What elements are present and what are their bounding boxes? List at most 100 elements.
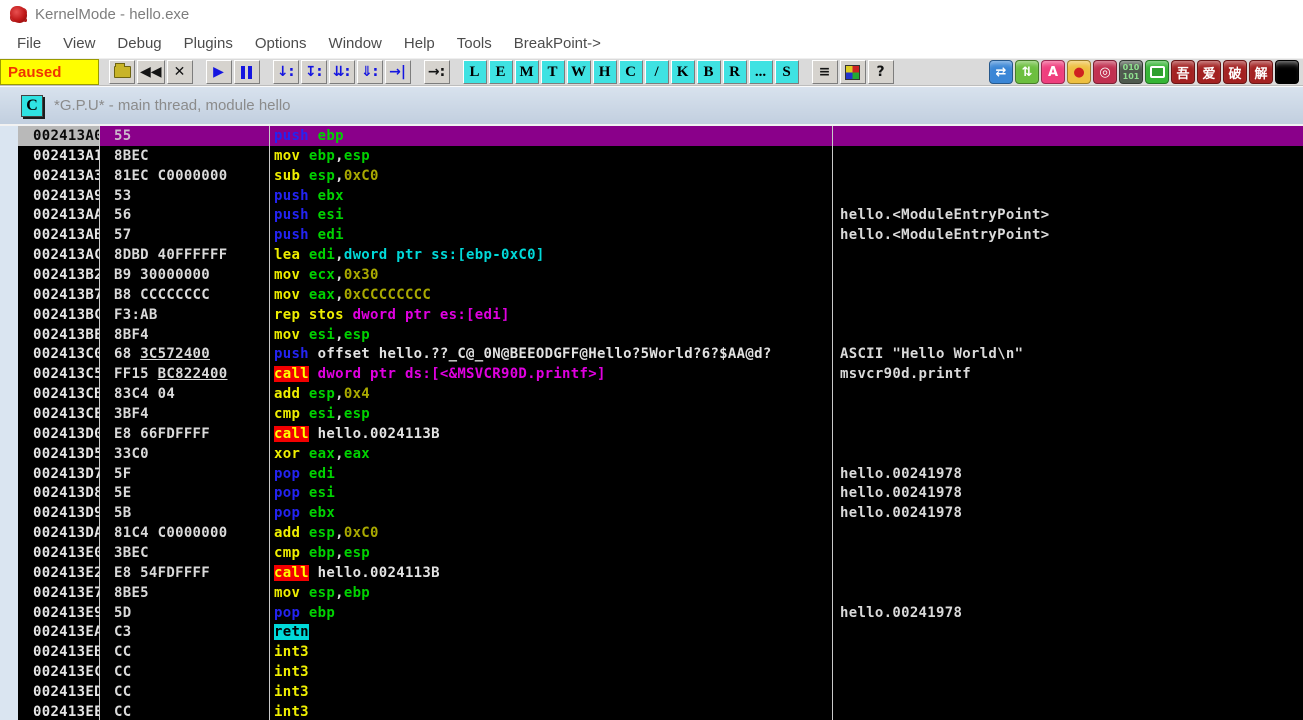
disasm-row-002413E2[interactable]: 002413E2E8 54FDFFFFcall hello.0024113B xyxy=(18,563,1303,583)
disasm-row-002413D7[interactable]: 002413D75Fpop edihello.00241978 xyxy=(18,464,1303,484)
panel-button-M[interactable]: M xyxy=(515,60,539,84)
trace-into-button[interactable]: ⇊: xyxy=(329,60,355,84)
disasm-token xyxy=(300,247,309,263)
disasm-row-002413AB[interactable]: 002413AB57push edihello.<ModuleEntryPoin… xyxy=(18,225,1303,245)
disasm-row-002413D8[interactable]: 002413D85Epop esihello.00241978 xyxy=(18,483,1303,503)
disasm-row-002413A3[interactable]: 002413A381EC C0000000sub esp,0xC0 xyxy=(18,166,1303,186)
disasm-row-002413B7[interactable]: 002413B7B8 CCCCCCCCmov eax,0xCCCCCCCC xyxy=(18,285,1303,305)
disasm-row-002413EC[interactable]: 002413ECCCint3 xyxy=(18,662,1303,682)
disasm-row-002413E9[interactable]: 002413E95Dpop ebphello.00241978 xyxy=(18,603,1303,623)
byte-token: 55 xyxy=(114,128,131,144)
panel-button-B[interactable]: B xyxy=(697,60,721,84)
byte-token: 5E xyxy=(114,485,131,501)
byte-token: 8BE5 xyxy=(114,585,149,601)
disasm-row-002413D9[interactable]: 002413D95Bpop ebxhello.00241978 xyxy=(18,503,1303,523)
menu-item-options[interactable]: Options xyxy=(244,31,318,56)
panel-button-L[interactable]: L xyxy=(463,60,487,84)
po-button[interactable]: 破 xyxy=(1223,60,1247,84)
open-file-button[interactable] xyxy=(109,60,135,84)
appearance-button[interactable] xyxy=(840,60,866,84)
cpu-tab-icon[interactable]: C xyxy=(21,95,43,117)
comment-cell xyxy=(833,384,1303,404)
bytes-cell: 55 xyxy=(100,126,270,146)
disasm-token: hello.0024113B xyxy=(318,426,440,442)
disasm-row-002413ED[interactable]: 002413EDCCint3 xyxy=(18,682,1303,702)
trace-over-button[interactable]: ⇓: xyxy=(357,60,383,84)
restart-button[interactable]: ◀◀ xyxy=(137,60,165,84)
menu-item-breakpoint[interactable]: BreakPoint-> xyxy=(503,31,612,56)
comment-cell xyxy=(833,126,1303,146)
disasm-token: , xyxy=(335,267,344,283)
byte-token: 5D xyxy=(114,605,131,621)
disasm-token xyxy=(300,267,309,283)
panel-button-K[interactable]: K xyxy=(671,60,695,84)
screen-button[interactable] xyxy=(1145,60,1169,84)
disasm-row-002413EA[interactable]: 002413EAC3retn xyxy=(18,622,1303,642)
close-button[interactable]: ✕ xyxy=(167,60,193,84)
disasm-row-002413EB[interactable]: 002413EBCCint3 xyxy=(18,642,1303,662)
disasm-token xyxy=(300,545,309,561)
run-button[interactable]: ▶ xyxy=(206,60,232,84)
comment-cell: msvcr90d.printf xyxy=(833,364,1303,384)
panel-button-R[interactable]: R xyxy=(723,60,747,84)
black-button[interactable] xyxy=(1275,60,1299,84)
swap-arrows-button[interactable]: ⇄ xyxy=(989,60,1013,84)
record-button[interactable]: ● xyxy=(1067,60,1091,84)
panel-button-slash[interactable]: / xyxy=(645,60,669,84)
disasm-row-002413CE[interactable]: 002413CE3BF4cmp esi,esp xyxy=(18,404,1303,424)
menu-item-plugins[interactable]: Plugins xyxy=(173,31,244,56)
disasm-row-002413EE[interactable]: 002413EECCint3 xyxy=(18,702,1303,720)
disasm-row-002413DA[interactable]: 002413DA81C4 C0000000add esp,0xC0 xyxy=(18,523,1303,543)
updown-arrows-button[interactable]: ⇅ xyxy=(1015,60,1039,84)
panel-button-W[interactable]: W xyxy=(567,60,591,84)
disasm-token: esp xyxy=(344,406,370,422)
ai-button[interactable]: 爱 xyxy=(1197,60,1221,84)
disasm-row-002413AC[interactable]: 002413AC8DBD 40FFFFFFlea edi,dword ptr s… xyxy=(18,245,1303,265)
execute-till-return-button[interactable]: →| xyxy=(385,60,411,84)
disasm-row-002413AA[interactable]: 002413AA56push esihello.<ModuleEntryPoin… xyxy=(18,205,1303,225)
help-button[interactable]: ? xyxy=(868,60,894,84)
disasm-row-002413D0[interactable]: 002413D0E8 66FDFFFFcall hello.0024113B xyxy=(18,424,1303,444)
log-window-button[interactable]: ≡ xyxy=(812,60,838,84)
target-button[interactable]: ◎ xyxy=(1093,60,1117,84)
byte-token: 3BF4 xyxy=(114,406,149,422)
panel-button-T[interactable]: T xyxy=(541,60,565,84)
menu-item-debug[interactable]: Debug xyxy=(106,31,172,56)
jie-button[interactable]: 解 xyxy=(1249,60,1273,84)
go-to-button[interactable]: →: xyxy=(424,60,450,84)
byte-token: 5F xyxy=(114,466,131,482)
wu-button[interactable]: 吾 xyxy=(1171,60,1195,84)
disasm-row-002413E7[interactable]: 002413E78BE5mov esp,ebp xyxy=(18,583,1303,603)
disasm-row-002413E0[interactable]: 002413E03BECcmp ebp,esp xyxy=(18,543,1303,563)
disasm-row-002413C0[interactable]: 002413C068 3C572400push offset hello.??_… xyxy=(18,344,1303,364)
address-cell: 002413AB xyxy=(18,225,100,245)
pause-button[interactable] xyxy=(234,60,260,84)
disasm-row-002413A9[interactable]: 002413A953push ebx xyxy=(18,186,1303,206)
disasm-row-002413A1[interactable]: 002413A18BECmov ebp,esp xyxy=(18,146,1303,166)
panel-button-S[interactable]: S xyxy=(775,60,799,84)
disasm-row-002413BC[interactable]: 002413BCF3:ABrep stos dword ptr es:[edi] xyxy=(18,305,1303,325)
menu-item-file[interactable]: File xyxy=(6,31,52,56)
menu-item-view[interactable]: View xyxy=(52,31,106,56)
panel-button-H[interactable]: H xyxy=(593,60,617,84)
menu-item-tools[interactable]: Tools xyxy=(446,31,503,56)
panel-button-E[interactable]: E xyxy=(489,60,513,84)
disasm-token xyxy=(309,227,318,243)
instruction-cell: sub esp,0xC0 xyxy=(270,166,833,186)
disasm-row-002413CB[interactable]: 002413CB83C4 04add esp,0x4 xyxy=(18,384,1303,404)
step-into-button[interactable]: ↓: xyxy=(273,60,299,84)
disasm-token: dword ptr ss:[ebp-0xC0] xyxy=(344,247,545,263)
disasm-row-002413A0[interactable]: 002413A055push ebp xyxy=(18,126,1303,146)
menu-item-window[interactable]: Window xyxy=(318,31,393,56)
disasm-row-002413BE[interactable]: 002413BE8BF4mov esi,esp xyxy=(18,325,1303,345)
panel-button-dots[interactable]: ... xyxy=(749,60,773,84)
binary-button[interactable]: 010 101 xyxy=(1119,60,1143,84)
disasm-row-002413B2[interactable]: 002413B2B9 30000000mov ecx,0x30 xyxy=(18,265,1303,285)
panel-button-C[interactable]: C xyxy=(619,60,643,84)
step-over-button[interactable]: ↧: xyxy=(301,60,327,84)
disasm-row-002413C5[interactable]: 002413C5FF15 BC822400call dword ptr ds:[… xyxy=(18,364,1303,384)
disasm-row-002413D5[interactable]: 002413D533C0xor eax,eax xyxy=(18,444,1303,464)
menu-item-help[interactable]: Help xyxy=(393,31,446,56)
address-cell: 002413D0 xyxy=(18,424,100,444)
letter-a-button[interactable]: A xyxy=(1041,60,1065,84)
